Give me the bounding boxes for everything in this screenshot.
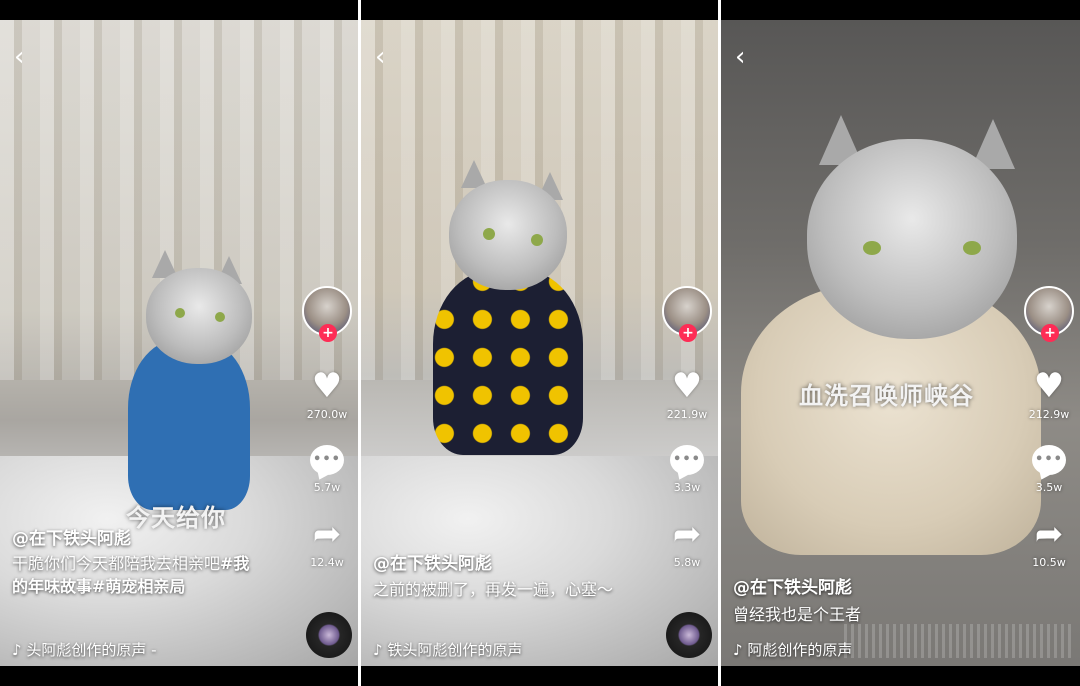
video-panel-1[interactable]: 今天给你 ‹ + ♥ 270.0w ••• 5.7w ➦ 12.4w @在下铁头… [0,0,358,686]
caption-text: 之前的被删了，再发一遍，心塞～ [373,580,614,599]
author-name[interactable]: @在下铁头阿彪 [373,549,492,574]
video-caption: 干脆你们今天都陪我去相亲吧#我的年味故事#萌宠相亲局 [12,552,252,598]
music-disc[interactable] [666,612,712,658]
share-button[interactable]: ➦ 10.5w [1024,514,1074,570]
like-button[interactable]: ♥ 221.9w [662,366,712,422]
comment-count: 5.7w [313,481,341,494]
follow-plus-icon[interactable]: + [319,324,337,342]
caption-text: 干脆你们今天都陪我去相亲吧 [12,554,221,573]
comment-icon: ••• [310,445,344,475]
author-name[interactable]: @在下铁头阿彪 [12,524,131,549]
share-button[interactable]: ➦ 12.4w [302,514,352,570]
chevron-left-icon: ‹ [735,42,746,72]
back-button[interactable]: ‹ [14,42,36,72]
music-title[interactable]: ♪ 铁头阿彪创作的原声 [373,639,522,660]
author-avatar[interactable]: + [662,286,712,342]
back-button[interactable]: ‹ [735,42,757,72]
author-name[interactable]: @在下铁头阿彪 [733,573,852,598]
caption-text: 曾经我也是个王者 [733,605,862,624]
like-count: 212.9w [1028,408,1070,421]
share-count: 10.5w [1032,556,1066,569]
heart-icon: ♥ [1033,366,1065,406]
chevron-left-icon: ‹ [14,42,25,72]
music-title[interactable]: ♪ 阿彪创作的原声 [733,639,852,660]
music-title[interactable]: ♪ 头阿彪创作的原声 - [12,639,157,660]
share-icon: ➦ [672,514,702,554]
author-avatar[interactable]: + [302,286,352,342]
share-count: 5.8w [673,556,701,569]
watermark [844,624,1074,658]
cat-image [120,250,260,520]
overlay-text: 今天给你 [126,504,226,532]
comment-icon: ••• [1032,445,1066,475]
music-disc[interactable] [306,612,352,658]
comment-button[interactable]: ••• 3.5w [1024,440,1074,495]
share-count: 12.4w [310,556,344,569]
video-panel-3[interactable]: 血洗召唤师峡谷 ‹ + ♥ 212.9w ••• 3.5w ➦ 10.5w @在… [721,0,1080,686]
share-icon: ➦ [312,514,342,554]
comment-icon: ••• [670,445,704,475]
comment-button[interactable]: ••• 3.3w [662,440,712,495]
like-count: 221.9w [666,408,708,421]
comment-count: 3.5w [1035,481,1063,494]
share-icon: ➦ [1034,514,1064,554]
video-caption: 曾经我也是个王者 [733,603,973,626]
like-count: 270.0w [306,408,348,421]
overlay-text: 血洗召唤师峡谷 [799,382,974,410]
follow-plus-icon[interactable]: + [679,324,697,342]
chevron-left-icon: ‹ [375,42,386,72]
comment-button[interactable]: ••• 5.7w [302,440,352,495]
share-button[interactable]: ➦ 5.8w [662,514,712,570]
follow-plus-icon[interactable]: + [1041,324,1059,342]
heart-icon: ♥ [311,366,343,406]
comment-count: 3.3w [673,481,701,494]
like-button[interactable]: ♥ 212.9w [1024,366,1074,422]
author-avatar[interactable]: + [1024,286,1074,342]
cat-image [741,115,1041,555]
back-button[interactable]: ‹ [375,42,397,72]
heart-icon: ♥ [671,366,703,406]
cat-image [431,160,583,460]
like-button[interactable]: ♥ 270.0w [302,366,352,422]
video-caption: 之前的被删了，再发一遍，心塞～ [373,578,613,601]
video-panel-2[interactable]: ‹ + ♥ 221.9w ••• 3.3w ➦ 5.8w @在下铁头阿彪 之前的… [361,0,718,686]
